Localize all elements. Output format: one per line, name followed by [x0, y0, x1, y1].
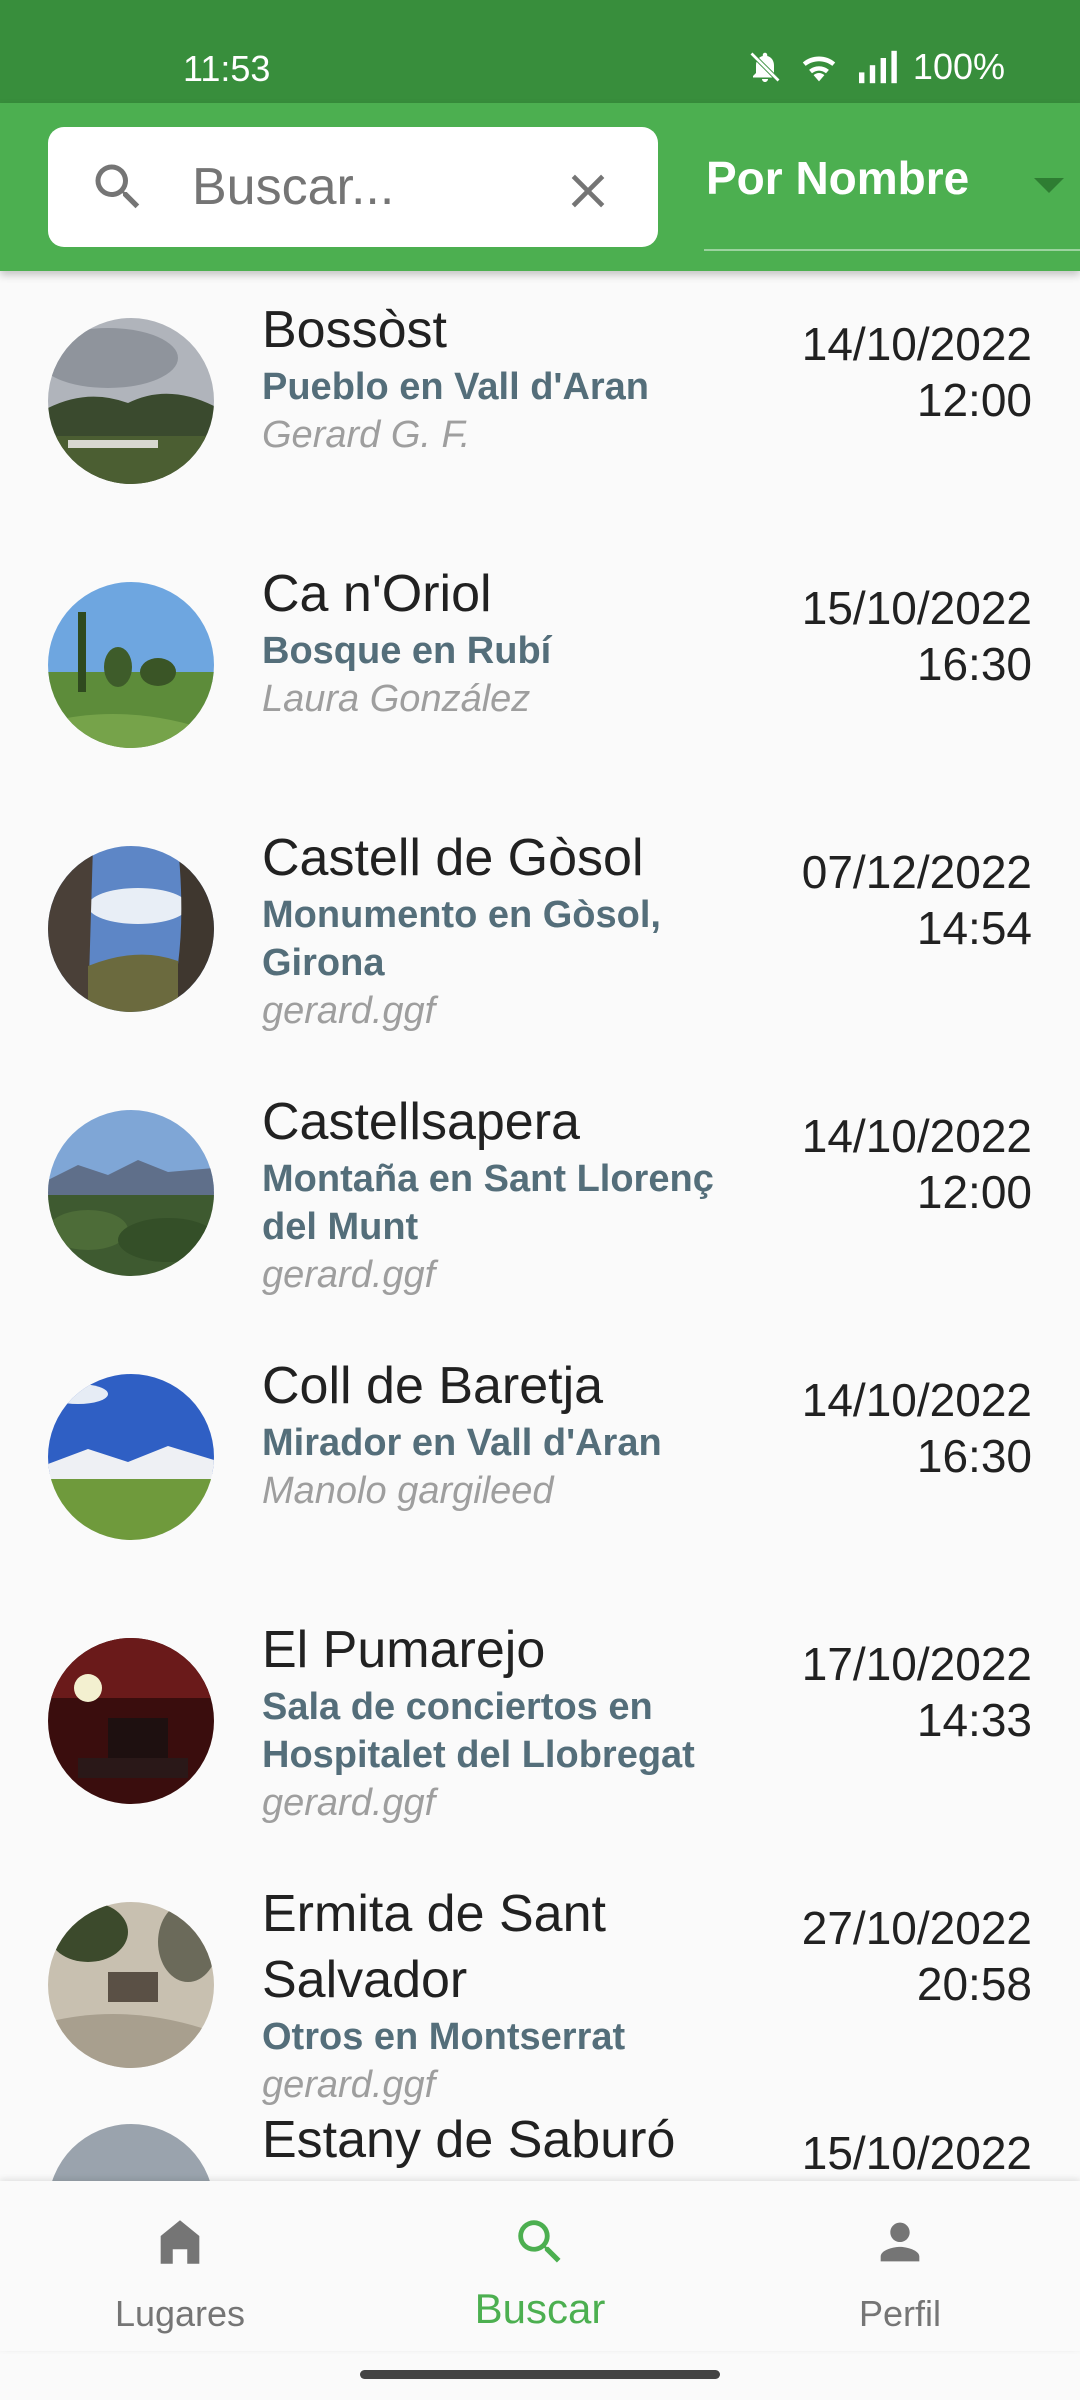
place-time: 16:30 [916, 1430, 1032, 1482]
place-date: 15/10/2022 [801, 2127, 1032, 2179]
signal-icon [855, 49, 899, 85]
search-input[interactable] [192, 149, 572, 225]
place-author: gerard.ggf [262, 1254, 436, 1296]
place-date: 15/10/2022 [801, 582, 1032, 634]
nav-item-buscar[interactable]: Buscar [360, 2181, 720, 2351]
place-date: 14/10/2022 [801, 1110, 1032, 1162]
place-time: 16:30 [916, 638, 1032, 690]
person-icon [871, 2213, 929, 2276]
dropdown-arrow-icon [1032, 175, 1066, 200]
place-datetime: 14/10/2022 12:00 [802, 316, 1032, 428]
place-thumbnail [48, 846, 214, 1012]
sort-dropdown[interactable]: Por Nombre [704, 123, 1080, 251]
place-subtitle: Otros en Montserrat [262, 2016, 626, 2058]
place-author: gerard.ggf [262, 2064, 436, 2106]
place-time: 14:54 [916, 902, 1032, 954]
place-author: gerard.ggf [262, 990, 436, 1032]
wifi-icon [797, 49, 841, 85]
clear-search-icon[interactable] [560, 163, 616, 224]
place-thumbnail [48, 582, 214, 748]
place-list-item[interactable]: El Pumarejo Sala de conciertos en Hospit… [0, 1591, 1080, 1855]
place-name: Castell de Gòsol [262, 829, 644, 887]
sort-selected-label: Por Nombre [706, 152, 970, 204]
place-datetime: 07/12/2022 14:54 [802, 844, 1032, 956]
place-thumbnail [48, 1638, 214, 1804]
place-subtitle: Pueblo en Vall d'Aran [262, 366, 650, 408]
place-author: Gerard G. F. [262, 414, 471, 456]
place-name: Ca n'Oriol [262, 565, 492, 623]
place-name: Estany de Saburó [262, 2111, 676, 2169]
place-name: Castellsapera [262, 1093, 580, 1151]
nav-label: Lugares [114, 2293, 246, 2334]
battery-level: 100% [912, 46, 1005, 87]
app-bar: Por Nombre [0, 103, 1080, 271]
mute-icon [747, 49, 783, 85]
place-author: Laura González [262, 678, 531, 720]
place-datetime: 14/10/2022 12:00 [802, 1108, 1032, 1220]
search-icon [88, 157, 148, 222]
place-thumbnail [48, 1110, 214, 1276]
nav-label: Perfil [858, 2293, 942, 2334]
bottom-navigation: Lugares Buscar Perfil [0, 2181, 1080, 2351]
place-subtitle: Monumento en Gòsol, Girona [262, 894, 661, 984]
search-icon [511, 2213, 569, 2276]
place-text: Ca n'Oriol Bosque en Rubí Laura González [262, 561, 732, 723]
place-datetime: 17/10/2022 14:33 [802, 1636, 1032, 1748]
place-text: Ermita de Sant Salvador Otros en Montser… [262, 1881, 732, 2109]
place-list-item[interactable]: Ermita de Sant Salvador Otros en Montser… [0, 1855, 1080, 2119]
status-bar: 11:53 100% [0, 0, 1080, 103]
place-name: Coll de Baretja [262, 1357, 604, 1415]
place-datetime: 15/10/2022 [802, 2125, 1032, 2181]
place-text: Estany de Saburó [262, 2107, 732, 2173]
place-name: Ermita de Sant Salvador [262, 1885, 606, 2009]
place-text: Castell de Gòsol Monumento en Gòsol, Gir… [262, 825, 732, 1035]
place-text: Bossòst Pueblo en Vall d'Aran Gerard G. … [262, 297, 732, 459]
place-date: 14/10/2022 [801, 318, 1032, 370]
place-date: 07/12/2022 [801, 846, 1032, 898]
place-list-item[interactable]: Estany de Saburó 15/10/2022 [0, 2111, 1080, 2181]
place-datetime: 15/10/2022 16:30 [802, 580, 1032, 692]
place-datetime: 14/10/2022 16:30 [802, 1372, 1032, 1484]
place-date: 27/10/2022 [801, 1902, 1032, 1954]
place-subtitle: Montaña en Sant Llorenç del Munt [262, 1158, 714, 1248]
place-subtitle: Mirador en Vall d'Aran [262, 1422, 662, 1464]
place-date: 17/10/2022 [801, 1638, 1032, 1690]
gesture-handle[interactable] [360, 2370, 720, 2379]
place-subtitle: Bosque en Rubí [262, 630, 552, 672]
place-text: El Pumarejo Sala de conciertos en Hospit… [262, 1617, 732, 1827]
place-thumbnail [48, 2124, 214, 2181]
place-author: gerard.ggf [262, 1782, 436, 1824]
place-text: Castellsapera Montaña en Sant Llorenç de… [262, 1089, 732, 1299]
place-list-item[interactable]: Castell de Gòsol Monumento en Gòsol, Gir… [0, 799, 1080, 1063]
place-list-item[interactable]: Coll de Baretja Mirador en Vall d'Aran M… [0, 1327, 1080, 1591]
home-icon [151, 2213, 209, 2276]
status-time: 11:53 [183, 48, 271, 89]
nav-label: Buscar [474, 2285, 606, 2332]
place-date: 14/10/2022 [801, 1374, 1032, 1426]
place-time: 14:33 [916, 1694, 1032, 1746]
place-datetime: 27/10/2022 20:58 [802, 1900, 1032, 2012]
place-thumbnail [48, 1374, 214, 1540]
place-subtitle: Sala de conciertos en Hospitalet del Llo… [262, 1686, 695, 1776]
place-time: 20:58 [916, 1958, 1032, 2010]
place-time: 12:00 [916, 1166, 1032, 1218]
search-box[interactable] [48, 127, 658, 247]
place-list-item[interactable]: Ca n'Oriol Bosque en Rubí Laura González… [0, 535, 1080, 799]
place-author: Manolo gargileed [262, 1470, 554, 1512]
place-name: Bossòst [262, 301, 447, 359]
place-name: El Pumarejo [262, 1621, 546, 1679]
nav-item-lugares[interactable]: Lugares [0, 2181, 360, 2351]
place-list-item[interactable]: Castellsapera Montaña en Sant Llorenç de… [0, 1063, 1080, 1327]
place-thumbnail [48, 1902, 214, 2068]
status-icons: 100% [747, 46, 1005, 88]
places-list[interactable]: Bossòst Pueblo en Vall d'Aran Gerard G. … [0, 271, 1080, 2181]
nav-item-perfil[interactable]: Perfil [720, 2181, 1080, 2351]
place-list-item[interactable]: Bossòst Pueblo en Vall d'Aran Gerard G. … [0, 271, 1080, 535]
place-thumbnail [48, 318, 214, 484]
place-time: 12:00 [916, 374, 1032, 426]
place-text: Coll de Baretja Mirador en Vall d'Aran M… [262, 1353, 732, 1515]
